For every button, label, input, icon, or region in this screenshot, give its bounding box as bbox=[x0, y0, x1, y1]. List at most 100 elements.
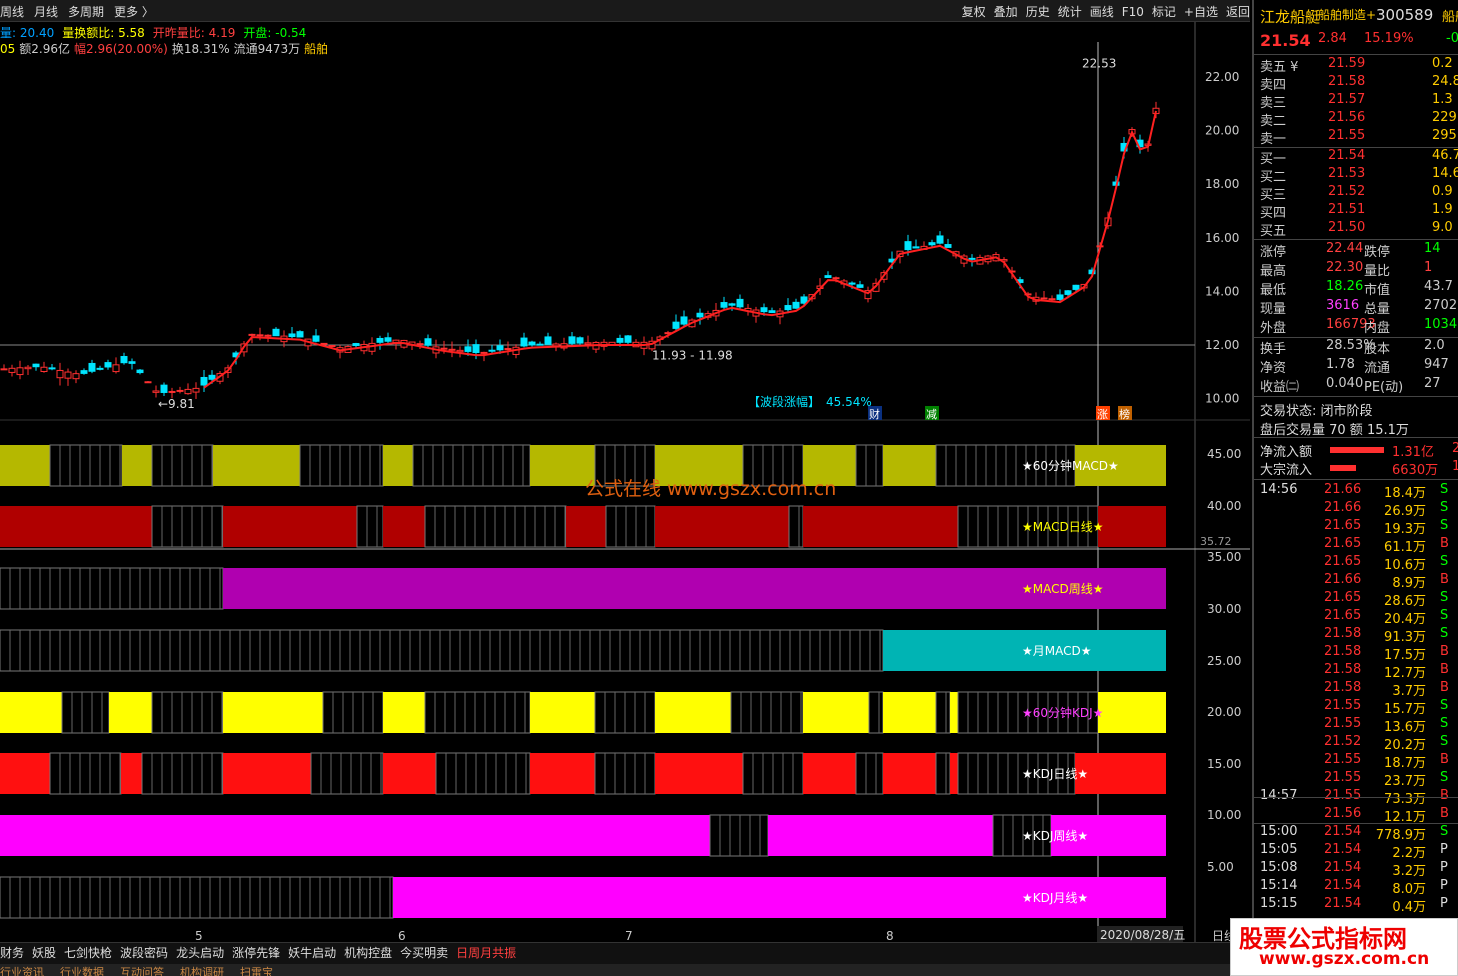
candle bbox=[936, 231, 944, 245]
quote-cell: 1.78 bbox=[1326, 357, 1355, 372]
candle bbox=[624, 335, 632, 346]
indicator-tab[interactable]: 妖股 bbox=[32, 946, 56, 960]
price-pct: 15.19% bbox=[1364, 31, 1414, 46]
quote-cell: 1.31亿 bbox=[1392, 445, 1434, 460]
indicator-band: ★60分钟MACD★ bbox=[0, 444, 1166, 487]
event-mark[interactable]: 榜 bbox=[1118, 406, 1132, 421]
tick-row: 21.55 18.7万 B bbox=[1260, 752, 1458, 771]
tick-row: 21.66 26.9万 S bbox=[1260, 500, 1458, 519]
period-tab[interactable]: 周线 bbox=[0, 5, 24, 19]
tick-time: 15:08 bbox=[1260, 860, 1298, 875]
tick-volume: 0.4万 bbox=[1392, 900, 1426, 915]
tick-volume: 12.7万 bbox=[1384, 666, 1426, 681]
quote-cell: 2.0 bbox=[1424, 338, 1445, 353]
tick-side: S bbox=[1440, 824, 1449, 839]
tool-buttons: 复权 叠加 历史 统计 画线 F10 标记 +自选 返回 bbox=[954, 3, 1250, 20]
candle bbox=[96, 365, 104, 371]
range-label: 11.93 - 11.98 bbox=[652, 349, 733, 363]
info-tab[interactable]: 互动问答 bbox=[120, 966, 164, 976]
toolbar-button[interactable]: 返回 bbox=[1226, 5, 1250, 19]
candle bbox=[152, 385, 160, 398]
period-tab[interactable]: 更多 〉 bbox=[114, 5, 154, 19]
toolbar-button[interactable]: F10 bbox=[1122, 5, 1144, 19]
candle bbox=[296, 330, 304, 338]
tick-volume: 13.6万 bbox=[1384, 720, 1426, 735]
indicator-band: ★KDJ日线★ bbox=[0, 752, 1166, 795]
quote-cell: 21.57 bbox=[1328, 92, 1366, 107]
quote-cell: 内盘 bbox=[1364, 321, 1391, 336]
tick-volume: 20.2万 bbox=[1384, 738, 1426, 753]
event-mark[interactable]: 减 bbox=[925, 406, 939, 421]
indicator-tab[interactable]: 波段密码 bbox=[120, 946, 168, 960]
tick-price: 21.54 bbox=[1324, 860, 1362, 875]
tick-volume: 8.9万 bbox=[1392, 576, 1426, 591]
candle bbox=[160, 382, 168, 396]
indicator-tab[interactable]: 今买明卖 bbox=[400, 946, 448, 960]
tick-side: S bbox=[1440, 518, 1449, 533]
indicator-label: ★60分钟MACD★ bbox=[1022, 458, 1119, 473]
candle bbox=[536, 341, 544, 346]
after-trade: 盘后交易量 70 额 15.1万 bbox=[1260, 423, 1409, 438]
tick-side: S bbox=[1440, 482, 1449, 497]
center-watermark: 公式在线 www.gszx.com.cn bbox=[585, 478, 837, 500]
toolbar-button[interactable]: 历史 bbox=[1026, 5, 1050, 19]
candle bbox=[544, 332, 552, 345]
info-tab[interactable]: 扫雷宝 bbox=[240, 966, 273, 976]
tick-side: S bbox=[1440, 554, 1449, 569]
event-mark[interactable]: 财 bbox=[868, 406, 882, 421]
tick-row: 21.52 20.2万 S bbox=[1260, 734, 1458, 753]
toolbar-button[interactable]: 叠加 bbox=[994, 5, 1018, 19]
svg-text:减: 减 bbox=[926, 408, 937, 421]
quote-cell: 买二 bbox=[1260, 170, 1287, 185]
netflow-bar bbox=[1330, 447, 1384, 453]
info-tab[interactable]: 行业数据 bbox=[60, 966, 104, 976]
toolbar-button[interactable]: 统计 bbox=[1058, 5, 1082, 19]
indicator-label: ★KDJ日线★ bbox=[1022, 767, 1088, 781]
candle bbox=[1152, 101, 1160, 119]
event-mark[interactable]: 涨 bbox=[1096, 406, 1110, 421]
quote-cell: 21.59 bbox=[1328, 56, 1366, 71]
tick-volume: 2.2万 bbox=[1392, 846, 1426, 861]
cursor-date: 2020/08/28/五 bbox=[1100, 928, 1185, 942]
indicator-tab[interactable]: 七剑快枪 bbox=[64, 946, 112, 960]
quote-cell: 24.8 bbox=[1432, 74, 1458, 89]
toolbar-button[interactable]: +自选 bbox=[1184, 5, 1218, 19]
quote-cell: 现量 bbox=[1260, 302, 1287, 317]
svg-text:财: 财 bbox=[869, 407, 880, 421]
quote-cell: 22.44 bbox=[1326, 241, 1364, 256]
trade-status: 交易状态: 闭市阶段 bbox=[1260, 404, 1373, 419]
indicator-label: ★MACD日线★ bbox=[1022, 520, 1104, 534]
y-tick-label: 22.00 bbox=[1205, 70, 1239, 84]
tick-price: 21.55 bbox=[1324, 752, 1362, 767]
toolbar-button[interactable]: 复权 bbox=[962, 5, 986, 19]
candle bbox=[528, 340, 536, 347]
indicator-tab[interactable]: 日周月共振 bbox=[456, 946, 516, 960]
divider bbox=[1254, 797, 1458, 798]
quote-cell: 净流入额 bbox=[1260, 445, 1313, 460]
indicator-tab[interactable]: 财务 bbox=[0, 946, 24, 960]
y-tick-label: 20.00 bbox=[1205, 124, 1239, 138]
info-tab[interactable]: 机构调研 bbox=[180, 966, 224, 976]
tick-volume: 91.3万 bbox=[1384, 630, 1426, 645]
toolbar-button[interactable]: 画线 bbox=[1090, 5, 1114, 19]
y-tick-label: 12.00 bbox=[1205, 338, 1239, 352]
sub-current-value: 35.72 bbox=[1200, 535, 1232, 548]
y-tick-label: 40.00 bbox=[1207, 499, 1241, 513]
quote-cell: 21.55 bbox=[1328, 128, 1366, 143]
indicator-tab[interactable]: 龙头启动 bbox=[176, 946, 224, 960]
candle bbox=[448, 341, 456, 358]
x-tick-label: 8 bbox=[886, 929, 894, 942]
y-tick-label: 10.00 bbox=[1207, 808, 1241, 822]
period-tab[interactable]: 月线 bbox=[34, 5, 58, 19]
wave-label: 【波段涨幅】 bbox=[748, 394, 820, 409]
toolbar-button[interactable]: 标记 bbox=[1152, 5, 1176, 19]
indicator-tab[interactable]: 妖牛启动 bbox=[288, 946, 336, 960]
y-tick-label: 30.00 bbox=[1207, 602, 1241, 616]
stock-code: 300589 bbox=[1376, 6, 1434, 24]
tick-row: 21.55 13.6万 S bbox=[1260, 716, 1458, 735]
quote-cell: 换手 bbox=[1260, 342, 1287, 357]
indicator-tab[interactable]: 机构控盘 bbox=[344, 946, 392, 960]
period-tab[interactable]: 多周期 bbox=[68, 5, 104, 19]
info-tab[interactable]: 行业资讯 bbox=[0, 966, 44, 976]
indicator-tab[interactable]: 涨停先锋 bbox=[232, 946, 280, 960]
